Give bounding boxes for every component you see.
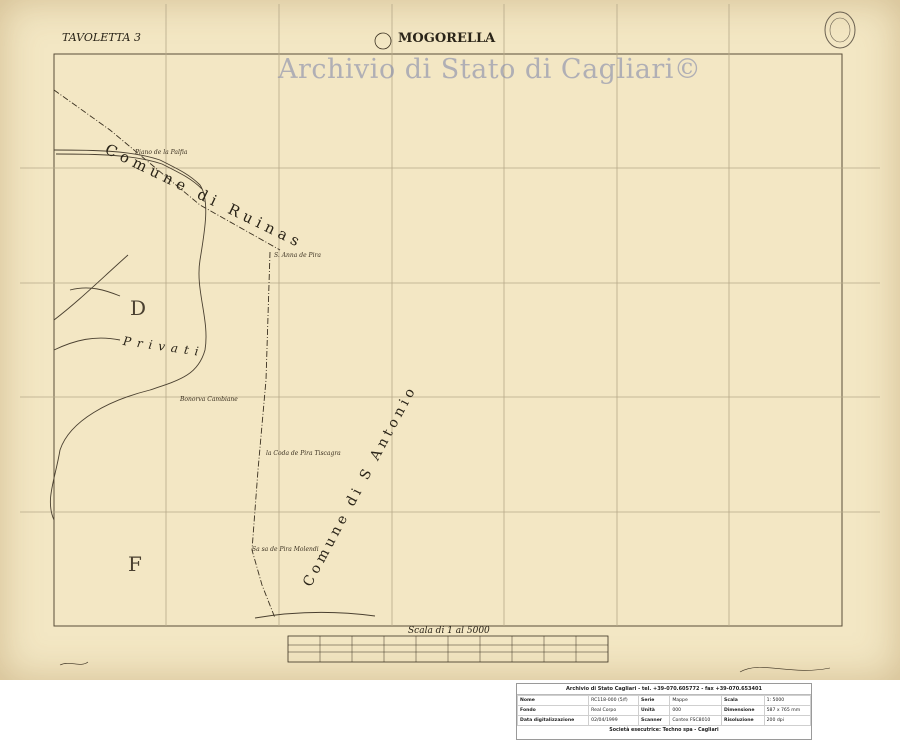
table-row: Data digitalizzazione 02/04/1999 Scanner…: [516, 715, 812, 726]
info-key: Dimensione: [721, 705, 765, 716]
tavoletta-label: TAVOLETTA 3: [62, 31, 141, 44]
info-grid: Nome RC118-000 (5/f) Serie Mappe Scala 1…: [516, 695, 812, 726]
info-value: 1: 5000: [763, 695, 812, 706]
info-key: Unità: [638, 705, 671, 716]
map-sheet: Archivio di Stato di Cagliari© TAVOLETTA…: [0, 0, 900, 680]
place-label: Piano de la Palfia: [135, 149, 188, 156]
archive-stamp-icon: [824, 11, 856, 49]
info-value: Mappe: [669, 695, 723, 706]
info-value: 200 dpi: [763, 715, 812, 726]
place-label: la Coda de Pira Tiscagra: [266, 450, 341, 457]
info-value: Contex FSC8010: [669, 715, 723, 726]
table-row: Fondo Real Corpo Unità 000 Dimensione 58…: [516, 705, 812, 716]
info-value: RC118-000 (5/f): [588, 695, 640, 706]
info-key: Risoluzione: [721, 715, 765, 726]
info-value: 000: [669, 705, 723, 716]
scale-bar: [287, 635, 609, 663]
scale-label: Scala di 1 al 5000: [408, 626, 490, 636]
place-label: Bonorva Cambiane: [180, 396, 238, 403]
info-footer: Società esecutrice: Techno spa - Cagliar…: [609, 728, 719, 733]
info-header: Archivio di Stato Cagliari - tel. +39-07…: [517, 684, 811, 695]
parcel-letter-f: F: [128, 552, 142, 576]
table-row: Nome RC118-000 (5/f) Serie Mappe Scala 1…: [516, 695, 812, 706]
info-key: Fondo: [516, 705, 590, 716]
info-key: Scala: [721, 695, 765, 706]
parcel-letter-d: D: [130, 296, 147, 320]
info-key: Nome: [516, 695, 590, 706]
info-value: Real Corpo: [588, 705, 640, 716]
info-key: Serie: [638, 695, 671, 706]
signature-marks: [59, 661, 831, 673]
map-grid: [20, 4, 880, 626]
info-value: 587 x 765 mm: [763, 705, 812, 716]
archive-watermark: Archivio di Stato di Cagliari©: [278, 54, 702, 85]
map-title: MOGORELLA: [398, 31, 496, 46]
info-key: Scanner: [638, 715, 671, 726]
info-key: Data digitalizzazione: [516, 715, 590, 726]
sheet-number-seal-icon: [374, 32, 392, 50]
archive-info-table: Archivio di Stato Cagliari - tel. +39-07…: [516, 683, 812, 740]
place-label: S. Anna de Pira: [274, 252, 321, 259]
info-value: 02/04/1999: [588, 715, 640, 726]
place-label: Sa sa de Pira Molendi: [252, 546, 319, 553]
